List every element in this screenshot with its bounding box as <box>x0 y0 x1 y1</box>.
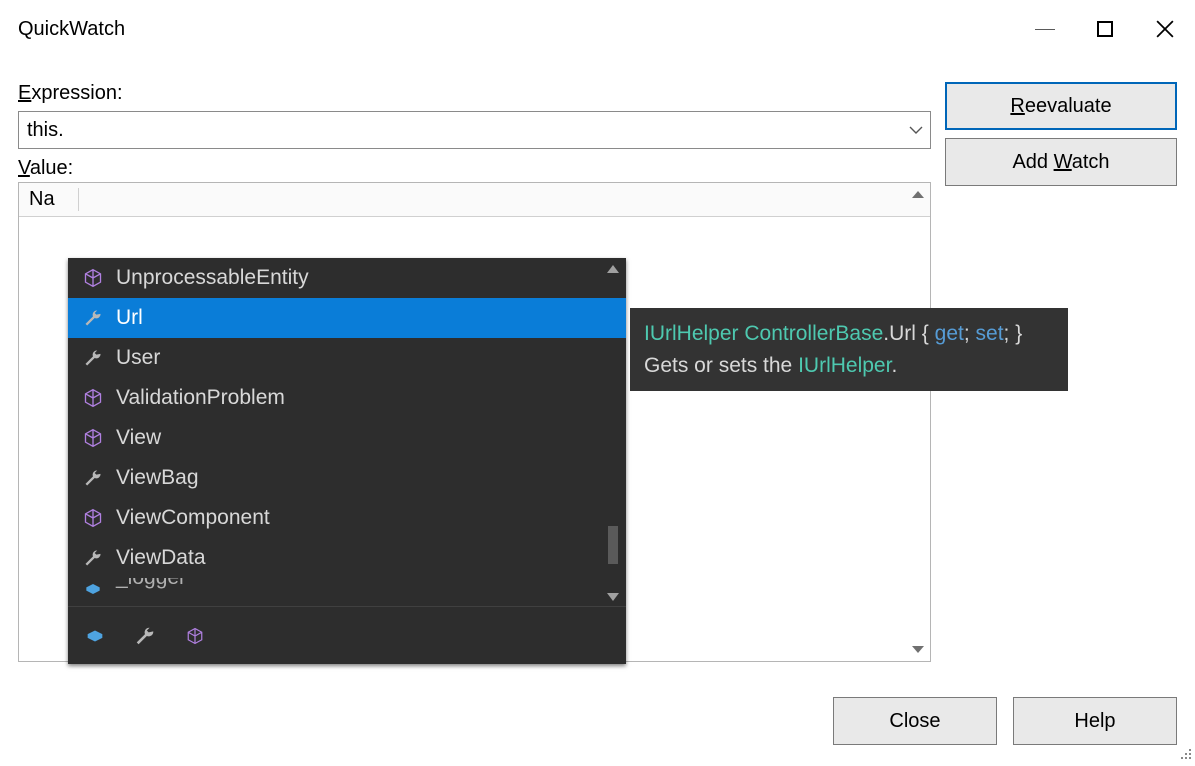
intellisense-item[interactable]: ViewComponent <box>68 498 626 538</box>
filter-properties-icon[interactable] <box>134 625 156 647</box>
intellisense-list[interactable]: UnprocessableEntity Url User ValidationP… <box>68 258 626 606</box>
scroll-thumb[interactable] <box>608 526 618 564</box>
title-bar: QuickWatch <box>0 0 1195 58</box>
chevron-down-icon <box>911 645 925 655</box>
intellisense-item[interactable]: ValidationProblem <box>68 378 626 418</box>
minimize-button[interactable] <box>1015 6 1075 52</box>
signature-tooltip: IUrlHelper ControllerBase.Url { get; set… <box>630 308 1068 391</box>
add-watch-button[interactable]: Add Watch <box>945 138 1177 186</box>
method-icon <box>82 267 104 289</box>
intellisense-scrollbar[interactable] <box>602 262 624 602</box>
property-icon <box>82 347 104 369</box>
intellisense-item[interactable]: View <box>68 418 626 458</box>
method-icon <box>82 507 104 529</box>
help-button[interactable]: Help <box>1013 697 1177 745</box>
window-title: QuickWatch <box>18 18 125 41</box>
chevron-up-icon <box>911 189 925 199</box>
close-button[interactable]: Close <box>833 697 997 745</box>
grid-scroll-hint <box>908 189 928 655</box>
reevaluate-button[interactable]: Reevaluate <box>945 82 1177 130</box>
intellisense-item[interactable]: UnprocessableEntity <box>68 258 626 298</box>
scroll-down-icon[interactable] <box>606 590 620 602</box>
dialog-bottom-buttons: Close Help <box>833 697 1177 745</box>
intellisense-item[interactable]: ViewBag <box>68 458 626 498</box>
intellisense-popup[interactable]: UnprocessableEntity Url User ValidationP… <box>68 258 626 664</box>
method-icon <box>82 387 104 409</box>
window-close-button[interactable] <box>1135 6 1195 52</box>
expression-dropdown-arrow[interactable] <box>902 125 930 135</box>
expression-input[interactable] <box>19 119 902 142</box>
property-icon <box>82 547 104 569</box>
grid-header: Na <box>19 183 930 217</box>
intellisense-item[interactable]: ViewData <box>68 538 626 578</box>
intellisense-item[interactable]: Url <box>68 298 626 338</box>
chevron-down-icon <box>909 125 923 135</box>
grid-column-name[interactable]: Na <box>19 188 79 211</box>
field-icon <box>82 578 104 600</box>
property-icon <box>82 467 104 489</box>
tooltip-description: Gets or sets the IUrlHelper. <box>644 350 1054 382</box>
resize-grip[interactable] <box>1177 745 1193 761</box>
filter-fields-icon[interactable] <box>84 625 106 647</box>
intellisense-filter-bar <box>68 606 626 664</box>
filter-methods-icon[interactable] <box>184 625 206 647</box>
method-icon <box>82 427 104 449</box>
scroll-up-icon[interactable] <box>606 262 620 274</box>
property-icon <box>82 307 104 329</box>
intellisense-item[interactable]: User <box>68 338 626 378</box>
scroll-track[interactable] <box>608 274 618 590</box>
tooltip-signature: IUrlHelper ControllerBase.Url { get; set… <box>644 318 1054 350</box>
expression-label: Expression: <box>18 82 931 105</box>
intellisense-item[interactable]: _logger <box>68 578 626 600</box>
expression-combobox[interactable] <box>18 111 931 149</box>
maximize-button[interactable] <box>1075 6 1135 52</box>
content-area: Expression: Value: Na <box>0 58 1195 662</box>
value-label: Value: <box>18 157 931 180</box>
window-controls <box>1015 6 1195 52</box>
